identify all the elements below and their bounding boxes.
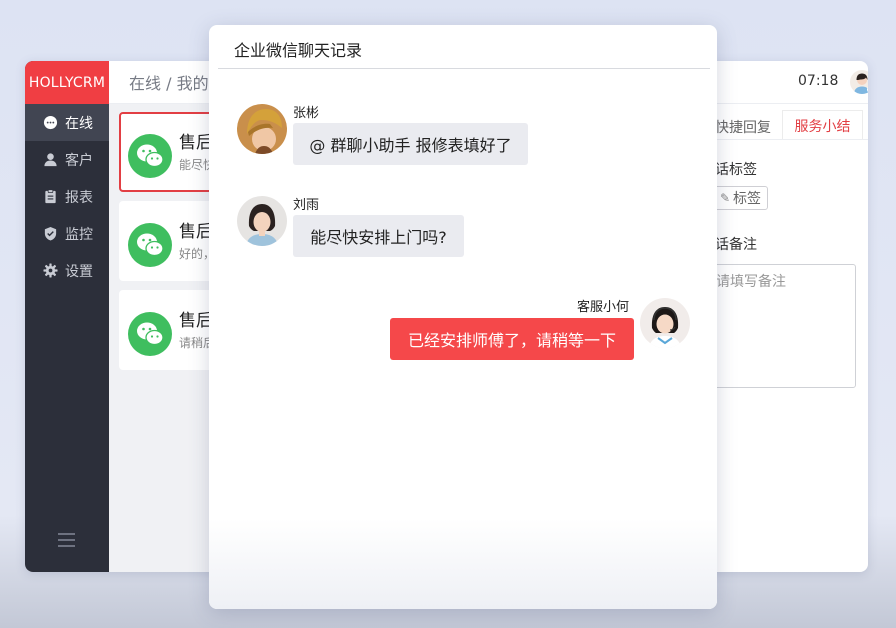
gear-icon <box>43 263 58 278</box>
sender-name: 刘雨 <box>293 198 320 213</box>
breadcrumb: 在线 / 我的 <box>129 74 209 93</box>
user-icon <box>43 152 58 167</box>
session-title: 售后 <box>179 222 213 242</box>
clipboard-icon <box>43 189 58 204</box>
wechat-icon <box>128 312 172 356</box>
message-bubble: @ 群聊小助手 报修表填好了 <box>293 123 528 165</box>
sidebar-item-reports[interactable]: 报表 <box>25 178 109 215</box>
dialog-divider <box>218 68 710 69</box>
session-tags-label: 话标签 <box>715 162 757 178</box>
sidebar-item-customers[interactable]: 客户 <box>25 141 109 178</box>
sidebar-item-monitor[interactable]: 监控 <box>25 215 109 252</box>
menu-toggle-icon[interactable] <box>58 533 75 547</box>
sidebar-item-label: 客户 <box>65 152 93 169</box>
sidebar-item-label: 报表 <box>65 189 93 206</box>
add-tag-button[interactable]: ✎ 标签 <box>709 186 768 210</box>
message-bubble: 已经安排师傅了，请稍等一下 <box>390 318 634 360</box>
clock: 07:18 <box>798 73 839 89</box>
session-notes-label: 话备注 <box>715 237 757 253</box>
sidebar-item-label: 在线 <box>65 115 93 132</box>
wechat-icon <box>128 134 172 178</box>
sidebar-item-online[interactable]: 在线 <box>25 104 109 141</box>
message-bubble: 能尽快安排上门吗? <box>293 215 464 257</box>
tag-button-label: 标签 <box>733 191 761 207</box>
chat-bubble-icon <box>43 115 58 130</box>
wechat-icon <box>128 223 172 267</box>
notes-textarea[interactable]: 请填写备注 <box>709 264 856 388</box>
sidebar-item-label: 设置 <box>65 263 93 280</box>
pencil-icon: ✎ <box>719 191 730 205</box>
sidebar-item-settings[interactable]: 设置 <box>25 252 109 289</box>
avatar[interactable] <box>850 70 868 94</box>
session-title: 售后 <box>179 133 213 153</box>
session-title: 售后 <box>179 311 213 331</box>
service-summary-panel: 快捷回复 服务小结 话标签 ✎ 标签 话备注 请填写备注 <box>709 104 868 572</box>
chat-history-dialog: 企业微信聊天记录 张彬 @ 群聊小助手 报修表填好了 刘雨 能尽快安排上门吗? … <box>209 25 717 609</box>
sidebar-item-label: 监控 <box>65 226 93 243</box>
dialog-footer-fade <box>209 519 717 609</box>
sender-name: 张彬 <box>293 106 320 121</box>
tab-quick-reply[interactable]: 快捷回复 <box>715 117 771 137</box>
avatar-liuyu <box>237 196 287 246</box>
sidebar: HOLLYCRM 在线 客户 报表 监控 设置 <box>25 61 109 572</box>
shield-icon <box>43 226 58 241</box>
tab-divider <box>715 139 868 140</box>
tab-service-summary[interactable]: 服务小结 <box>782 110 863 140</box>
app-logo: HOLLYCRM <box>25 61 109 104</box>
dialog-title: 企业微信聊天记录 <box>234 41 363 60</box>
sender-name: 客服小何 <box>577 300 630 315</box>
avatar-agent <box>640 298 690 348</box>
avatar-zhangbin <box>237 104 287 154</box>
online-status-dot <box>867 86 868 93</box>
